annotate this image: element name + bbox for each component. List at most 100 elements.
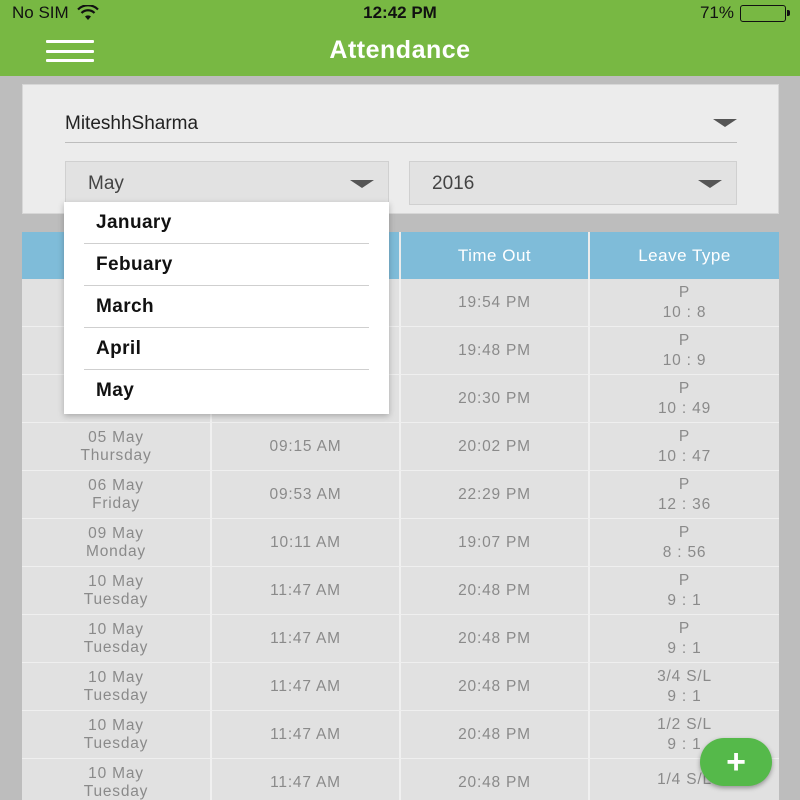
filter-card: MiteshhSharma May 2016: [22, 84, 779, 214]
time-out-text: 20:48 PM: [458, 773, 531, 791]
time-out-cell: 22:29 PM: [401, 471, 590, 518]
employee-select[interactable]: MiteshhSharma: [65, 103, 737, 143]
leave-type-text: P: [678, 619, 691, 637]
month-option[interactable]: March: [84, 286, 369, 328]
header-time-out: Time Out: [401, 232, 590, 279]
status-bar: No SIM 12:42 PM 71%: [0, 0, 800, 26]
hours-text: 12 : 36: [657, 496, 711, 513]
day-text: Tuesday: [83, 590, 149, 608]
time-out-cell: 19:54 PM: [401, 279, 590, 326]
hours-text: 10 : 9: [662, 352, 707, 369]
time-in-cell: 09:53 AM: [212, 471, 401, 518]
date-text: 10 May: [88, 717, 144, 734]
time-out-cell: 20:48 PM: [401, 711, 590, 758]
day-text: Friday: [92, 494, 140, 512]
add-button[interactable]: +: [700, 738, 772, 786]
app-header: No SIM 12:42 PM 71% Attendance: [0, 0, 800, 76]
table-row[interactable]: 10 May Tuesday 11:47 AM 20:48 PM 3/4 S/L…: [22, 663, 779, 711]
month-option[interactable]: Febuary: [84, 244, 369, 286]
leave-type-text: P: [678, 523, 691, 541]
time-in-text: 11:47 AM: [270, 677, 341, 695]
time-out-cell: 20:48 PM: [401, 759, 590, 800]
month-option[interactable]: April: [84, 328, 369, 370]
status-right: 71%: [699, 3, 790, 23]
time-out-cell: 19:07 PM: [401, 519, 590, 566]
year-value: 2016: [432, 173, 475, 194]
header-leave-type: Leave Type: [638, 245, 731, 265]
table-row[interactable]: 10 May Tuesday 11:47 AM 20:48 PM 1/2 S/L…: [22, 711, 779, 759]
time-in-text: 11:47 AM: [270, 581, 341, 599]
leave-type-cell: P 9 : 1: [590, 615, 779, 662]
time-out-cell: 20:30 PM: [401, 375, 590, 422]
time-out-text: 20:48 PM: [458, 725, 531, 743]
leave-type-text: 3/4 S/L: [657, 667, 712, 685]
month-select[interactable]: May: [65, 161, 389, 205]
time-in-text: 11:47 AM: [270, 773, 341, 791]
time-out-text: 19:54 PM: [458, 293, 531, 311]
leave-type-cell: P 9 : 1: [590, 567, 779, 614]
leave-type-text: P: [678, 379, 691, 397]
date-cell: 10 May Tuesday: [22, 567, 212, 614]
date-text: 05 May: [88, 429, 144, 446]
table-row[interactable]: 06 May Friday 09:53 AM 22:29 PM P 12 : 3…: [22, 471, 779, 519]
day-text: Thursday: [80, 446, 152, 464]
date-cell: 10 May Tuesday: [22, 615, 212, 662]
leave-type-text: P: [678, 331, 691, 349]
time-in-cell: 11:47 AM: [212, 663, 401, 710]
day-text: Monday: [86, 542, 146, 560]
page-title: Attendance: [329, 36, 471, 64]
date-cell: 10 May Tuesday: [22, 759, 212, 800]
caret-down-icon: [698, 180, 722, 188]
leave-type-cell: P 8 : 56: [590, 519, 779, 566]
leave-type-cell: P 10 : 47: [590, 423, 779, 470]
leave-type-text: P: [678, 571, 691, 589]
time-out-cell: 20:02 PM: [401, 423, 590, 470]
hours-text: 8 : 56: [662, 544, 707, 561]
leave-type-text: 1/2 S/L: [657, 715, 712, 733]
date-text: 10 May: [88, 573, 144, 590]
caret-down-icon: [713, 119, 737, 127]
time-out-text: 19:48 PM: [458, 341, 531, 359]
time-in-text: 11:47 AM: [270, 725, 341, 743]
month-option[interactable]: January: [84, 202, 369, 244]
day-text: Tuesday: [83, 782, 149, 800]
time-out-text: 20:30 PM: [458, 389, 531, 407]
date-text: 10 May: [88, 621, 144, 638]
table-row[interactable]: 09 May Monday 10:11 AM 19:07 PM P 8 : 56: [22, 519, 779, 567]
hours-text: 10 : 8: [662, 304, 707, 321]
year-select[interactable]: 2016: [409, 161, 737, 205]
battery-percent: 71%: [699, 3, 734, 22]
plus-icon: +: [726, 743, 746, 781]
table-row[interactable]: 10 May Tuesday 11:47 AM 20:48 PM P 9 : 1: [22, 615, 779, 663]
time-out-text: 20:48 PM: [458, 581, 531, 599]
date-text: 06 May: [88, 477, 144, 494]
time-in-cell: 10:11 AM: [212, 519, 401, 566]
day-text: Tuesday: [83, 734, 149, 752]
hours-text: 9 : 1: [667, 640, 702, 657]
date-text: 10 May: [88, 669, 144, 686]
leave-type-cell: P 10 : 49: [590, 375, 779, 422]
month-option[interactable]: May: [84, 370, 369, 412]
day-text: Tuesday: [83, 638, 149, 656]
time-in-text: 11:47 AM: [270, 629, 341, 647]
time-in-cell: 11:47 AM: [212, 759, 401, 800]
leave-type-text: P: [678, 427, 691, 445]
hours-text: 9 : 1: [667, 736, 702, 753]
time-out-cell: 20:48 PM: [401, 615, 590, 662]
time-in-text: 09:53 AM: [269, 485, 342, 503]
time-in-cell: 11:47 AM: [212, 567, 401, 614]
table-row[interactable]: 10 May Tuesday 11:47 AM 20:48 PM P 9 : 1: [22, 567, 779, 615]
leave-type-cell: 3/4 S/L 9 : 1: [590, 663, 779, 710]
time-out-text: 20:48 PM: [458, 677, 531, 695]
battery-icon: [740, 4, 790, 22]
time-out-cell: 20:48 PM: [401, 567, 590, 614]
leave-type-cell: P 10 : 8: [590, 279, 779, 326]
time-in-text: 10:11 AM: [270, 533, 341, 551]
month-dropdown-menu: January Febuary March April May: [64, 202, 389, 414]
date-cell: 05 May Thursday: [22, 423, 212, 470]
employee-value: MiteshhSharma: [65, 113, 199, 134]
table-row[interactable]: 10 May Tuesday 11:47 AM 20:48 PM 1/4 S/L: [22, 759, 779, 800]
day-text: Tuesday: [83, 686, 149, 704]
date-cell: 10 May Tuesday: [22, 711, 212, 758]
table-row[interactable]: 05 May Thursday 09:15 AM 20:02 PM P 10 :…: [22, 423, 779, 471]
